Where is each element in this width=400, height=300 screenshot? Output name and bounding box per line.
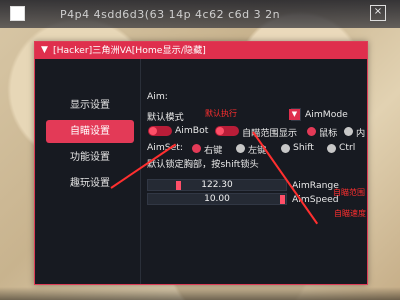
left-key-radio[interactable] [236, 144, 245, 153]
top-close-icon[interactable]: × [370, 5, 386, 21]
top-checkbox[interactable] [10, 6, 25, 21]
aim-range-value: 122.30 [201, 180, 233, 190]
shift-radio[interactable] [281, 144, 290, 153]
collapse-arrow-icon[interactable]: ▼ [41, 42, 48, 59]
chevron-down-icon[interactable]: ▼ [289, 109, 300, 120]
sidebar-item-fun-settings[interactable]: 趣玩设置 [46, 172, 134, 195]
sidebar-item-display-settings[interactable]: 显示设置 [46, 94, 134, 117]
top-overlay-bar: P4p4 4sdd6d3(63 14p 4c62 c6d 3 2n × [0, 0, 400, 28]
aim-section-label: Aim: [147, 91, 168, 102]
mouse-radio[interactable] [307, 127, 316, 136]
shift-label: Shift [293, 142, 314, 153]
sidebar-item-function-settings[interactable]: 功能设置 [46, 146, 134, 169]
aim-range-slider[interactable]: 122.30 [147, 179, 287, 191]
annotation-default-execute: 默认执行 [205, 109, 237, 118]
aim-note-text: 默认锁定胸部，按shift锁头 [147, 159, 259, 170]
window-title: [Hacker]三角洲VA[Home显示/隐藏] [53, 45, 206, 56]
top-overlay-text: P4p4 4sdd6d3(63 14p 4c62 c6d 3 2n [60, 8, 281, 21]
sidebar: 显示设置 自瞄设置 功能设置 趣玩设置 [35, 59, 140, 284]
aimbot-label: AimBot [175, 125, 209, 136]
inner-label: 内 [356, 128, 366, 139]
aim-mode-label: AimMode [305, 109, 348, 120]
window-titlebar[interactable]: ▼ [Hacker]三角洲VA[Home显示/隐藏] [35, 42, 367, 59]
inner-radio[interactable] [344, 127, 353, 136]
aim-settings-panel: Aim: 默认模式 默认执行 ▼ AimMode AimBot 自瞄范围显示 鼠… [110, 59, 369, 284]
mouse-label: 鼠标 [319, 128, 338, 139]
show-range-toggle[interactable] [215, 126, 239, 136]
ctrl-radio[interactable] [327, 144, 336, 153]
right-key-radio[interactable] [192, 144, 201, 153]
hacker-menu-window: ▼ [Hacker]三角洲VA[Home显示/隐藏] 显示设置 自瞄设置 功能设… [34, 41, 368, 285]
show-range-label: 自瞄范围显示 [242, 128, 298, 139]
aim-speed-slider[interactable]: 10.00 [147, 193, 287, 205]
aim-mode-value: 默认模式 [147, 112, 184, 123]
aimbot-toggle[interactable] [148, 126, 172, 136]
annotation-aim-range: 自瞄范围 [333, 188, 365, 197]
aim-speed-value: 10.00 [204, 194, 230, 204]
right-key-label: 右键 [204, 145, 223, 156]
aim-range-label: AimRange [292, 180, 339, 191]
bottom-shadow [0, 287, 400, 300]
aim-mode-dropdown[interactable]: ▼ [289, 108, 301, 121]
ctrl-label: Ctrl [339, 142, 356, 153]
annotation-aim-speed: 自瞄速度 [334, 209, 366, 218]
sidebar-item-aim-settings[interactable]: 自瞄设置 [46, 120, 134, 143]
